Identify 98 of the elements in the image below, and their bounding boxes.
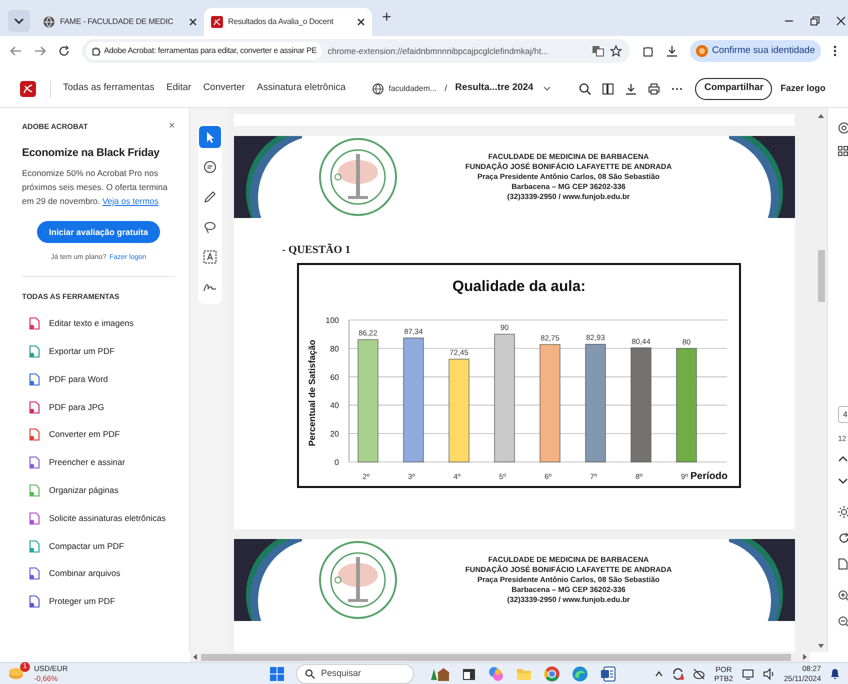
chevron-down-icon[interactable] [543, 86, 552, 92]
menu-item[interactable]: Editar [166, 81, 192, 96]
tick-label: 100 [326, 316, 339, 324]
browser-tab[interactable]: Resultados da Avalia_o Docent [204, 8, 372, 36]
tool-item[interactable]: Preencher e assinar [22, 448, 175, 477]
tick-label: 0 [334, 458, 339, 466]
close-button[interactable]: × [168, 118, 175, 134]
cabin-icon[interactable] [428, 666, 450, 682]
menu-icon[interactable] [832, 45, 837, 57]
reload-icon[interactable] [58, 45, 70, 57]
tool-item[interactable]: Compactar um PDF [22, 532, 175, 560]
tool-item[interactable]: Proteger um PDF [22, 588, 175, 616]
folder-link[interactable]: faculdadem... [388, 82, 437, 94]
monitor-icon[interactable] [742, 668, 754, 680]
chart-title: Qualidade da aula: [452, 278, 586, 294]
tick-label: 80 [330, 344, 339, 353]
pages-icon[interactable] [602, 82, 614, 94]
site-label: Adobe Acrobat: ferramentas para editar, converter e assinar PE [104, 45, 317, 57]
document-icon [211, 16, 223, 28]
rotate-icon[interactable] [838, 532, 848, 544]
back-icon[interactable] [10, 46, 22, 56]
scroll-right-icon[interactable] [803, 654, 807, 660]
path-separator: / [444, 82, 448, 95]
search-icon[interactable] [579, 82, 592, 94]
tool-item[interactable]: Converter em PDF [22, 420, 175, 449]
tool-item[interactable]: PDF para JPG [22, 393, 175, 421]
sun-icon[interactable] [838, 506, 848, 518]
browser-tab[interactable]: FAME - FACULDADE DE MEDIC [36, 8, 204, 36]
close-icon[interactable] [189, 18, 197, 26]
url-text: chrome-extension://efaidnbmnnnibpcajpcglclefindmkaj/ht... [328, 44, 550, 58]
document-icon[interactable] [20, 80, 36, 96]
sync-icon[interactable] [672, 668, 684, 680]
tab-list-button[interactable] [8, 10, 30, 32]
extensions-icon[interactable] [642, 45, 654, 57]
tool-item[interactable]: Organizar páginas [22, 476, 175, 504]
speaker-icon[interactable] [763, 668, 776, 680]
restore-icon[interactable] [810, 16, 820, 26]
close-icon[interactable] [357, 18, 365, 26]
translate-icon[interactable] [592, 45, 604, 57]
scroll-left-icon[interactable] [193, 654, 197, 660]
question-label: - QUESTÃO 1 [282, 242, 350, 258]
axis-title: Percentual de Satisfação [307, 339, 317, 446]
tool-item[interactable]: Editar texto e imagens [22, 310, 175, 338]
menu-item[interactable]: Converter [203, 81, 245, 96]
page-number-field[interactable]: 4 [838, 406, 848, 423]
ring-icon[interactable] [544, 666, 560, 682]
download-icon[interactable] [666, 45, 678, 57]
scroll-up-icon[interactable] [818, 114, 824, 118]
document-icon[interactable] [600, 666, 616, 682]
tick-label: 20 [330, 429, 339, 438]
forward-icon[interactable] [34, 46, 46, 56]
chevron-up-icon[interactable] [838, 456, 848, 462]
scroll-down-icon[interactable] [818, 644, 824, 648]
tool-item[interactable]: Solicite assinaturas eletrônicas [22, 504, 175, 532]
globe-icon [372, 82, 384, 94]
menu-item[interactable]: Todas as ferramentas [63, 81, 154, 96]
search-field[interactable]: Pesquisar [296, 664, 414, 684]
trial-button[interactable]: Iniciar avaliação gratuita [36, 221, 160, 243]
terms-link[interactable]: Veja os termos [102, 196, 159, 206]
menu-item[interactable]: Assinatura eletrônica [256, 81, 346, 96]
zoom-out-icon[interactable] [838, 616, 848, 628]
identity-button[interactable]: Confirme sua identidade [690, 40, 821, 62]
download-icon[interactable] [625, 82, 638, 94]
cloud-off-icon[interactable] [693, 668, 706, 680]
wave-icon[interactable] [572, 666, 588, 682]
tick-label: 60 [330, 372, 339, 382]
close-icon[interactable] [836, 16, 846, 26]
share-button[interactable]: Compartilhar [695, 78, 772, 100]
tick-label: 40 [330, 400, 339, 410]
address-bar[interactable]: Adobe Acrobat: ferramentas para editar, converter e assinar PE chrome-extension://efaidnbmnnnibpcajpcglclefindmkaj/ht... [82, 39, 630, 63]
tool-item[interactable]: Combinar arquivos [22, 560, 175, 588]
window-icon[interactable] [462, 666, 476, 680]
axis-title: Período [690, 470, 728, 482]
bell-icon[interactable] [830, 668, 840, 680]
more-icon[interactable] [671, 86, 684, 90]
puzzle-icon [91, 46, 101, 56]
promo-text: Economize 50% no Acrobat Pro nos próximos seis meses. O oferta termina em 29 de novembro. Veja os termos [22, 167, 168, 208]
swirl-icon[interactable] [488, 666, 504, 682]
windows-icon[interactable] [270, 666, 284, 680]
print-icon[interactable] [648, 82, 660, 94]
document-icon[interactable] [838, 558, 848, 570]
zoom-in-icon[interactable] [838, 590, 848, 602]
chevron-down-icon[interactable] [14, 18, 24, 24]
star-icon[interactable] [610, 45, 622, 57]
chevron-up-icon[interactable] [655, 670, 664, 676]
scrollbar-thumb[interactable] [201, 654, 791, 660]
scrollbar-thumb[interactable] [818, 250, 824, 302]
file-name[interactable]: Resulta...tre 2024 [455, 81, 534, 96]
login-link[interactable]: Fazer logo [780, 82, 826, 96]
grid-icon[interactable] [838, 146, 848, 156]
new-tab-button[interactable]: + [382, 6, 392, 30]
chevron-down-icon[interactable] [838, 478, 848, 484]
promo-title: Economize na Black Friday [22, 146, 160, 160]
tool-item[interactable]: PDF para Word [22, 365, 175, 394]
search-icon [305, 668, 315, 678]
globe-icon [43, 16, 55, 28]
tool-item[interactable]: Exportar um PDF [22, 338, 175, 366]
avatar-icon [696, 45, 708, 57]
